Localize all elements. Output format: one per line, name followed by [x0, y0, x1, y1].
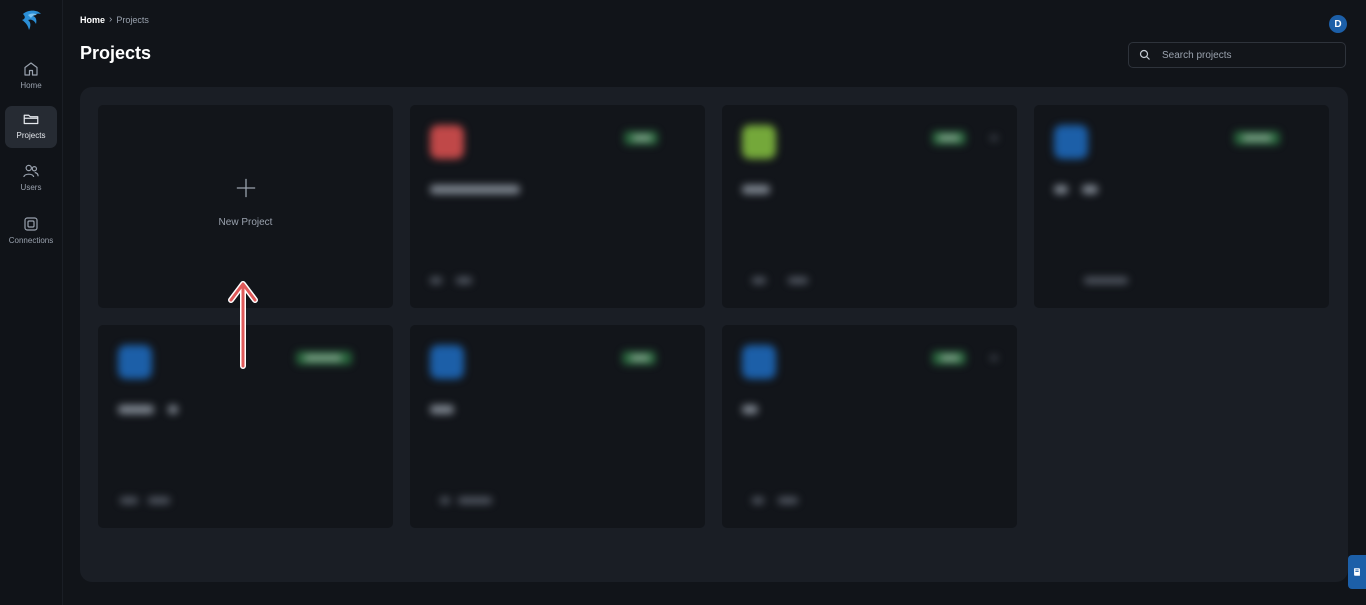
connections-icon [24, 217, 38, 231]
app-logo-icon[interactable] [19, 8, 43, 32]
home-icon [24, 62, 38, 76]
sidebar-item-users[interactable]: Users [5, 158, 57, 200]
more-options-icon [990, 355, 998, 361]
project-avatar [1054, 125, 1088, 159]
search-icon [1139, 49, 1150, 60]
chevron-right-icon: › [109, 14, 113, 25]
annotation-arrow-icon [228, 281, 258, 369]
sidebar-item-label: Home [20, 81, 42, 90]
plus-icon [236, 178, 255, 198]
folder-icon [23, 114, 39, 125]
book-icon [1354, 568, 1360, 576]
sidebar: Home Projects Users Connections [0, 0, 63, 605]
breadcrumb-home-link[interactable]: Home [80, 15, 105, 25]
project-name [742, 405, 758, 414]
project-name [1054, 185, 1068, 194]
breadcrumb: Home › Projects [80, 14, 149, 25]
project-avatar [742, 125, 776, 159]
search-box[interactable] [1128, 42, 1346, 68]
project-card[interactable] [1034, 105, 1329, 308]
sidebar-item-label: Users [20, 183, 42, 192]
projects-panel: New Project [80, 87, 1348, 582]
project-card[interactable] [722, 105, 1017, 308]
avatar[interactable]: D [1329, 15, 1347, 33]
sidebar-item-projects[interactable]: Projects [5, 106, 57, 148]
breadcrumb-current: Projects [116, 14, 149, 25]
project-card[interactable] [722, 325, 1017, 528]
project-card[interactable] [410, 105, 705, 308]
search-input[interactable] [1160, 48, 1334, 62]
users-icon [23, 164, 39, 178]
sidebar-item-label: Connections [8, 236, 54, 245]
new-project-label: New Project [218, 217, 273, 228]
more-options-icon [990, 135, 998, 141]
sidebar-item-label: Projects [16, 131, 46, 140]
project-name [430, 405, 454, 414]
project-avatar [430, 125, 464, 159]
project-avatar [742, 345, 776, 379]
sidebar-item-home[interactable]: Home [5, 56, 57, 98]
page-title: Projects [80, 43, 152, 63]
project-avatar [430, 345, 464, 379]
project-name [118, 405, 154, 414]
help-tab[interactable] [1348, 555, 1366, 589]
project-card[interactable] [410, 325, 705, 528]
project-name [742, 185, 770, 194]
sidebar-item-connections[interactable]: Connections [5, 211, 57, 253]
project-name [430, 185, 520, 194]
project-avatar [118, 345, 152, 379]
